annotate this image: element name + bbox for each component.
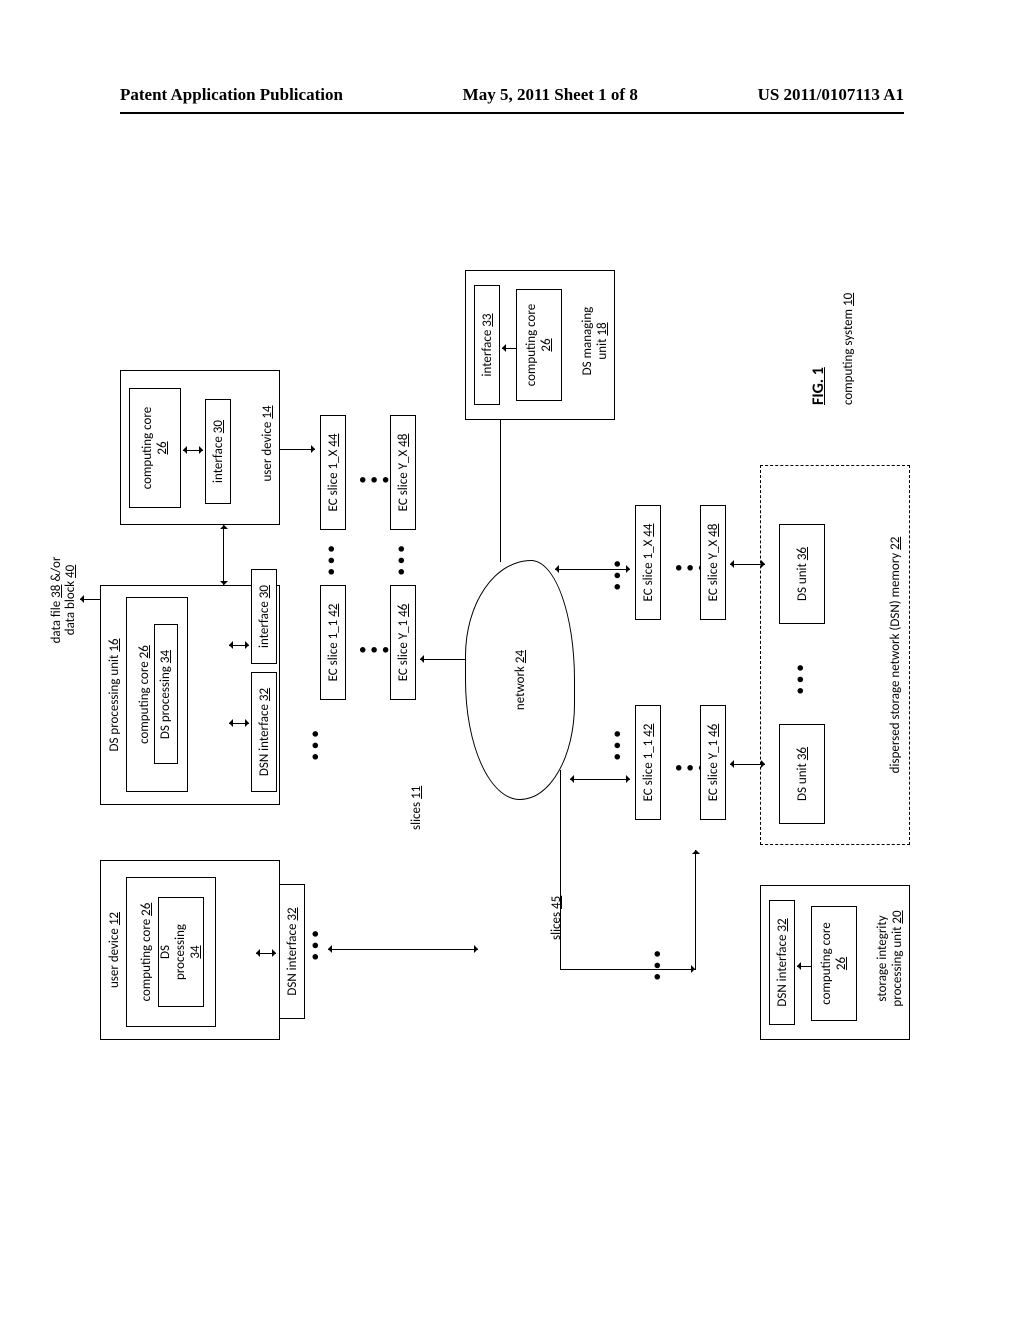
slices-11-label: slices 11 — [410, 786, 424, 830]
computing-core-12: computing core 26 DS processing 34 — [126, 877, 216, 1027]
dots-icon: • • • — [324, 545, 339, 575]
header-rule — [120, 112, 904, 114]
dots-icon: • • • — [394, 545, 409, 575]
page-header: Patent Application Publication May 5, 20… — [0, 85, 1024, 105]
dots-icon: • • • — [610, 560, 625, 590]
dsn-interface-12: DSN interface 32 — [279, 884, 305, 1019]
slices-45-label: slices 45 — [550, 896, 564, 940]
arrow-icon — [80, 599, 100, 600]
storage-integrity-unit: DSN interface 32 computing core26 storag… — [760, 885, 910, 1040]
figure-1: data file 38 &/or data block 40 user dev… — [60, 320, 960, 1040]
dsn-interface-16: DSN interface 32 — [251, 672, 277, 792]
dsn-memory: DS unit 36 • • • DS unit 36 dispersed st… — [760, 465, 910, 845]
ec-slice-y-x-b: EC slice Y_X 48 — [700, 505, 726, 620]
ec-slice-y-1: EC slice Y_1 46 — [390, 585, 416, 700]
ds-unit-a: DS unit 36 — [779, 724, 825, 824]
line — [560, 770, 561, 970]
computing-core-20: computing core26 — [811, 906, 857, 1021]
ec-slice-y-x: EC slice Y_X 48 — [390, 415, 416, 530]
figure-caption: FIG. 1 computing system 10 — [810, 225, 856, 405]
interface-30-b: interface 30 — [205, 399, 231, 504]
arrow-icon — [570, 779, 630, 780]
arrow-icon — [183, 450, 203, 451]
arrow-icon — [328, 949, 478, 950]
ds-unit-b: DS unit 36 — [779, 524, 825, 624]
dots-icon: • • • — [360, 473, 390, 488]
ec-slice-1-1: EC slice 1_1 42 — [320, 585, 346, 700]
header-center: May 5, 2011 Sheet 1 of 8 — [463, 85, 638, 105]
ds-processing-12: DS processing 34 — [158, 897, 204, 1007]
interface-30-a: interface 30 — [251, 569, 277, 664]
ds-processing-16: DS processing 34 — [154, 625, 178, 765]
arrow-icon — [256, 953, 276, 954]
ec-slice-y-1-b: EC slice Y_1 46 — [700, 705, 726, 820]
ds-managing-unit: interface 33 computing core26 DS managin… — [465, 270, 615, 420]
arrow-icon — [560, 969, 695, 970]
ec-slice-1-1-b: EC slice 1_1 42 — [635, 705, 661, 820]
dots-icon: • • • — [360, 643, 390, 658]
ec-slice-1-x-b: EC slice 1_X 44 — [635, 505, 661, 620]
arrow-icon — [229, 645, 249, 646]
arrow-icon — [695, 850, 696, 970]
arrow-icon — [223, 525, 224, 585]
dots-icon: • • • — [650, 950, 665, 980]
ec-slice-1-x: EC slice 1_X 44 — [320, 415, 346, 530]
ds-processing-unit-16: DS processing unit 16 computing core 26 … — [100, 585, 280, 805]
arrow-icon — [280, 449, 315, 450]
user-device-12: user device 12 computing core 26 DS proc… — [100, 860, 280, 1040]
header-right: US 2011/0107113 A1 — [758, 85, 904, 105]
header-left: Patent Application Publication — [120, 85, 343, 105]
network-cloud: network 24 — [465, 560, 575, 800]
dots-icon: • • • — [308, 730, 323, 760]
dots-icon: • • • — [308, 930, 323, 960]
dsn-interface-20: DSN interface 32 — [769, 900, 795, 1025]
computing-core-16: computing core 26 DS processing 34 — [126, 597, 188, 792]
arrow-icon — [229, 723, 249, 724]
interface-33: interface 33 — [474, 285, 500, 405]
dots-icon: • • • — [610, 730, 625, 760]
user-device-14: computing core26 interface 30 user devic… — [120, 370, 280, 525]
data-file-label: data file 38 &/or data block 40 — [50, 510, 79, 690]
computing-core-18: computing core26 — [516, 289, 562, 401]
dots-icon: • • • — [793, 664, 808, 694]
computing-core-14: computing core26 — [129, 388, 181, 508]
